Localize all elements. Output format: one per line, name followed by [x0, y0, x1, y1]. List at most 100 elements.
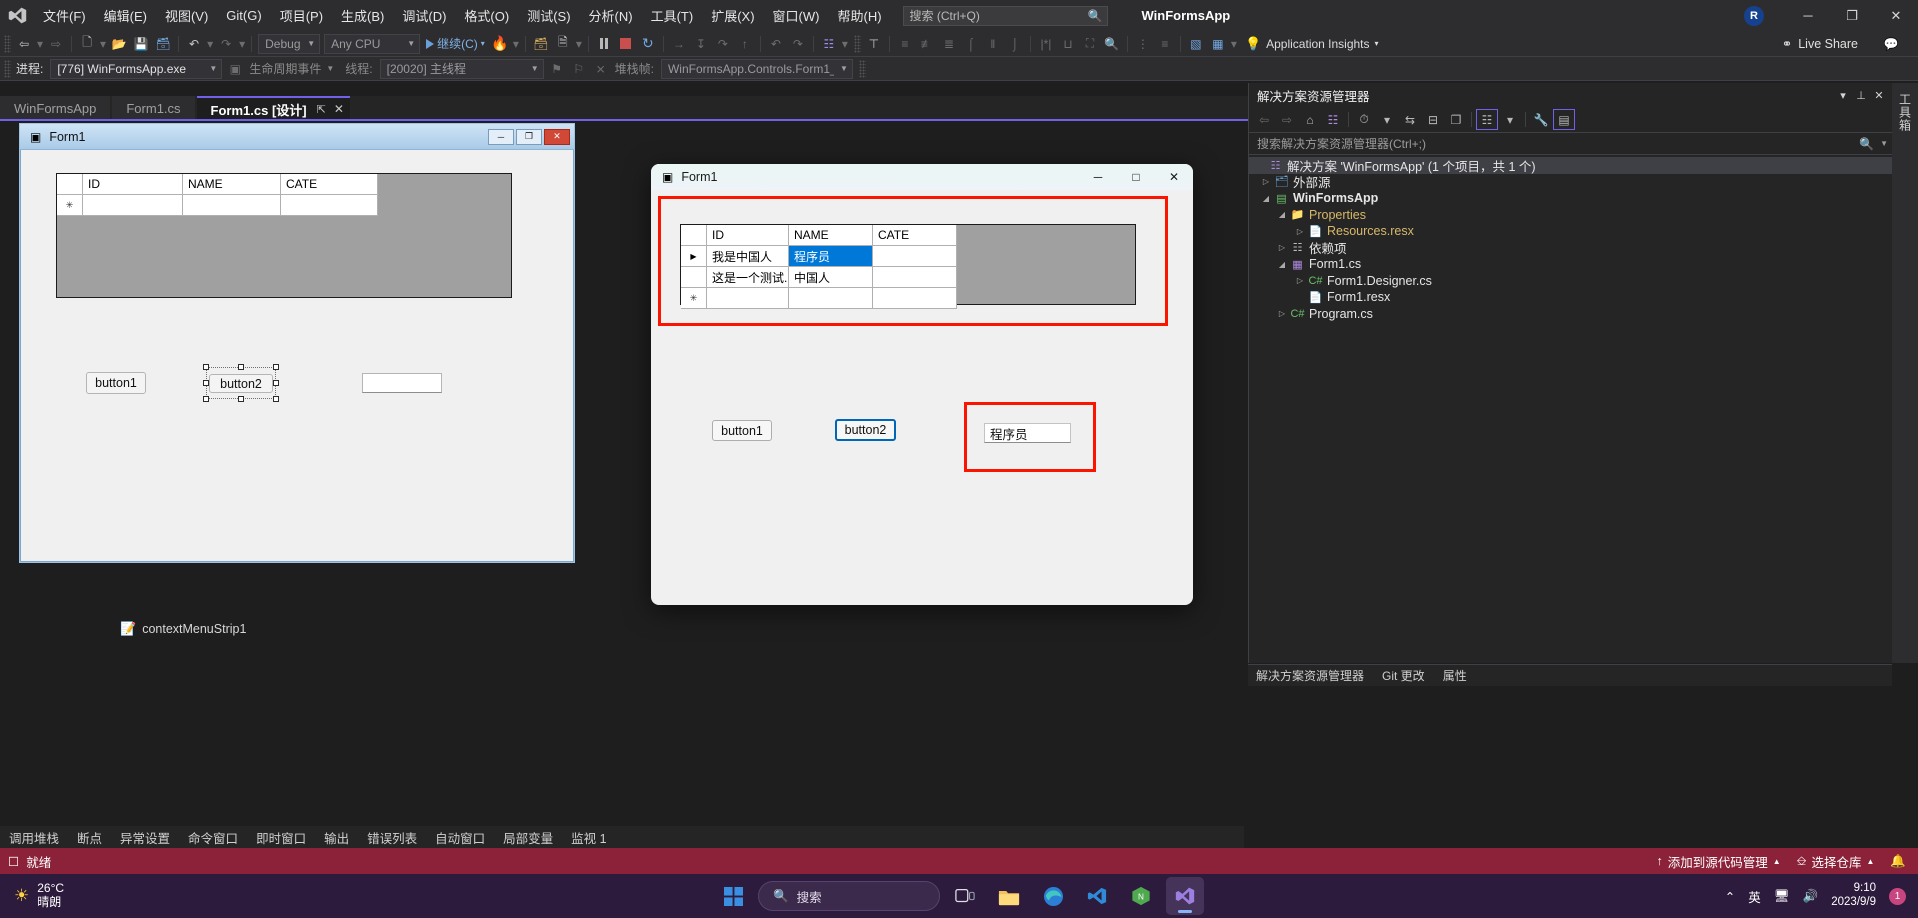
tree-node-form1-designer-cs[interactable]: ▷ C# Form1.Designer.cs: [1249, 273, 1892, 290]
bottom-tab-command-window[interactable]: 命令窗口: [179, 826, 247, 848]
back-icon[interactable]: ⇦: [1253, 109, 1275, 130]
continue-button[interactable]: 继续(C) ▾: [422, 33, 489, 55]
menu-extensions[interactable]: 扩展(X): [702, 0, 763, 31]
process-select[interactable]: [776] WinFormsApp.exe ▼: [50, 59, 222, 79]
resize-handle-s[interactable]: [238, 396, 244, 402]
align-to-grid-icon[interactable]: ⊤: [863, 33, 885, 55]
runtime-grid-cell-cate-0[interactable]: [873, 246, 957, 267]
align-bottoms-icon[interactable]: ⌡: [1004, 33, 1026, 55]
make-same-width-icon[interactable]: |*|: [1035, 33, 1057, 55]
bring-to-front-icon[interactable]: ▧: [1185, 33, 1207, 55]
save-all-icon[interactable]: 🗃: [152, 33, 174, 55]
chevron-down-icon[interactable]: ▾: [1376, 109, 1398, 130]
notification-badge[interactable]: 1: [1889, 888, 1906, 905]
resize-handle-nw[interactable]: [203, 364, 209, 370]
running-close-button[interactable]: ✕: [1155, 164, 1193, 190]
horizontal-spacing-icon[interactable]: ⋮: [1132, 33, 1154, 55]
align-tops-icon[interactable]: ⌠: [960, 33, 982, 55]
runtime-textbox1[interactable]: 程序员: [984, 423, 1071, 443]
toolbox-vertical-tab[interactable]: 工具箱: [1892, 83, 1918, 663]
expander-icon[interactable]: ▷: [1259, 177, 1273, 186]
step-into-icon[interactable]: ↧: [690, 33, 712, 55]
runtime-grid-cell-cate-2[interactable]: [873, 288, 957, 309]
design-button2[interactable]: button2: [209, 374, 273, 393]
send-to-back-icon[interactable]: ▦: [1207, 33, 1229, 55]
chevron-up-icon[interactable]: ⌃: [1725, 889, 1735, 904]
nodejs-icon[interactable]: N: [1122, 877, 1160, 915]
flag-just-my-code-icon[interactable]: ⚐: [568, 58, 590, 80]
runtime-grid-row-marker-1[interactable]: [681, 267, 707, 288]
volume-icon[interactable]: 🔊: [1803, 889, 1819, 904]
pin-icon[interactable]: ⇱: [317, 103, 326, 116]
file-explorer-icon[interactable]: [990, 877, 1028, 915]
vscode-icon[interactable]: [1078, 877, 1116, 915]
design-minimize-button[interactable]: ─: [488, 129, 514, 145]
step-out-icon[interactable]: ↑: [734, 33, 756, 55]
tree-node-program-cs[interactable]: ▷ C# Program.cs: [1249, 306, 1892, 323]
chevron-down-icon[interactable]: ▾: [1834, 86, 1852, 104]
menu-analyze[interactable]: 分析(N): [580, 0, 642, 31]
bottom-tab-error-list[interactable]: 错误列表: [358, 826, 426, 848]
bottom-tab-immediate-window[interactable]: 即时窗口: [247, 826, 315, 848]
runtime-button1[interactable]: button1: [712, 420, 772, 441]
pin-icon[interactable]: ⊥: [1852, 86, 1870, 104]
redo-dropdown-icon[interactable]: ▾: [237, 33, 247, 55]
vertical-spacing-icon[interactable]: ≡: [1154, 33, 1176, 55]
menu-project[interactable]: 项目(P): [271, 0, 332, 31]
undo-nav-icon[interactable]: ↶: [765, 33, 787, 55]
align-lefts-icon[interactable]: ≡: [894, 33, 916, 55]
design-grid-cell-id[interactable]: [83, 195, 183, 216]
bottom-tab-locals[interactable]: 局部变量: [494, 826, 562, 848]
tab-order-icon[interactable]: ☷: [818, 33, 840, 55]
thread-select[interactable]: [20020] 主线程 ▼: [380, 59, 544, 79]
design-form-window[interactable]: ▣ Form1 ─ ❐ ✕ ID NAME CATE ✳: [19, 123, 575, 563]
runtime-grid-new-row-marker[interactable]: ✳: [681, 288, 707, 309]
network-icon[interactable]: 🖥: [1774, 889, 1790, 904]
close-icon[interactable]: ✕: [334, 102, 344, 116]
runtime-grid-header-id[interactable]: ID: [707, 225, 789, 246]
menu-format[interactable]: 格式(O): [455, 0, 518, 31]
bottom-tab-autos[interactable]: 自动窗口: [426, 826, 494, 848]
runtime-grid-cell-id-0[interactable]: 我是中国人: [707, 246, 789, 267]
taskbar-search-input[interactable]: 🔍 搜索: [758, 881, 940, 911]
lifecycle-events-icon[interactable]: ▣: [224, 58, 246, 80]
sync-icon[interactable]: ⇆: [1399, 109, 1421, 130]
tab-winformsapp[interactable]: WinFormsApp: [0, 96, 110, 120]
taskbar-weather-widget[interactable]: ☀ 26°C 晴朗: [0, 882, 64, 910]
restart-icon[interactable]: ↻: [637, 33, 659, 55]
live-visual-tree-icon[interactable]: 🗎: [552, 33, 574, 55]
new-project-icon[interactable]: 🗋: [76, 33, 98, 55]
forward-icon[interactable]: ⇨: [1276, 109, 1298, 130]
window-restore-button[interactable]: ❐: [1830, 0, 1874, 31]
tree-node-external-sources[interactable]: ▷ 🗂 外部源: [1249, 174, 1892, 191]
application-insights-button[interactable]: 💡 Application Insights ▾: [1239, 36, 1385, 52]
bell-icon[interactable]: 🔔: [1890, 854, 1906, 869]
account-avatar[interactable]: R: [1744, 6, 1764, 26]
menu-help[interactable]: 帮助(H): [828, 0, 890, 31]
runtime-grid-cell-id-2[interactable]: [707, 288, 789, 309]
expander-icon[interactable]: ▷: [1275, 309, 1289, 318]
menu-window[interactable]: 窗口(W): [764, 0, 829, 31]
runtime-datagridview[interactable]: ID NAME CATE ▶ 我是中国人 程序员 这是一个测试... 中国人 ✳: [680, 224, 1136, 305]
live-share-button[interactable]: ⚭ Live Share: [1782, 36, 1858, 51]
menu-file[interactable]: 文件(F): [34, 0, 95, 31]
design-contextmenustrip-tray-item[interactable]: 📝 contextMenuStrip1: [120, 621, 246, 637]
footer-tab-git-changes[interactable]: Git 更改: [1382, 667, 1425, 684]
tab-form1-designer[interactable]: Form1.cs [设计] ⇱ ✕: [197, 96, 350, 120]
show-all-files-icon[interactable]: ❐: [1445, 109, 1467, 130]
design-grid-row-marker[interactable]: ✳: [57, 195, 83, 216]
navigate-backward-dropdown-icon[interactable]: ▾: [35, 33, 45, 55]
table-row[interactable]: ▶ 我是中国人 程序员: [681, 246, 1135, 267]
edge-icon[interactable]: [1034, 877, 1072, 915]
select-repository-button[interactable]: ⎒ 选择仓库 ▲: [1797, 852, 1875, 871]
runtime-grid-cell-id-1[interactable]: 这是一个测试...: [707, 267, 789, 288]
runtime-grid-header-name[interactable]: NAME: [789, 225, 873, 246]
visual-studio-icon[interactable]: [1166, 877, 1204, 915]
task-view-icon[interactable]: [946, 877, 984, 915]
open-file-icon[interactable]: 📂: [108, 33, 130, 55]
expander-icon[interactable]: ◢: [1275, 210, 1289, 219]
table-row[interactable]: 这是一个测试... 中国人: [681, 267, 1135, 288]
navigate-backward-icon[interactable]: ⇦: [13, 33, 35, 55]
toolbar-grip[interactable]: [859, 60, 866, 78]
hot-reload-icon[interactable]: 🔥: [489, 33, 511, 55]
